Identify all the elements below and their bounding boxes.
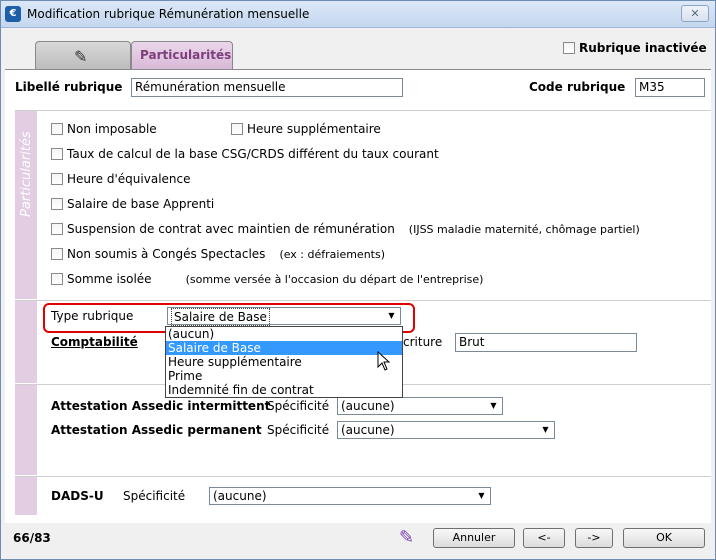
- salaire-apprenti-checkbox[interactable]: Salaire de base Apprenti: [51, 197, 214, 211]
- non-imposable-checkbox[interactable]: Non imposable: [51, 122, 157, 136]
- window-title: Modification rubrique Rémunération mensu…: [27, 7, 310, 21]
- checkbox-label: Heure d'équivalence: [67, 172, 191, 186]
- intermittent-specificite-value: (aucune): [341, 399, 395, 413]
- checkbox-label: Heure supplémentaire: [247, 122, 381, 136]
- checkbox-box[interactable]: [51, 123, 63, 135]
- intermittent-specificite-select[interactable]: (aucune) ▼: [337, 397, 503, 415]
- dropdown-option[interactable]: (aucun): [166, 327, 402, 341]
- dropdown-option-selected[interactable]: Salaire de Base: [166, 341, 402, 355]
- type-rubrique-label: Type rubrique: [51, 309, 134, 323]
- checkbox-box[interactable]: [51, 273, 63, 285]
- feather-icon: ✎: [74, 47, 88, 66]
- section-side-bar: [15, 477, 37, 515]
- code-input[interactable]: M35: [635, 78, 705, 97]
- pencil-icon[interactable]: ✎: [399, 527, 414, 548]
- dads-specificite-label: Spécificité: [123, 489, 186, 503]
- type-rubrique-select[interactable]: Salaire de Base ▼: [167, 307, 401, 326]
- comptabilite-label: Comptabilité: [51, 335, 138, 349]
- section-side-bar: [15, 301, 37, 383]
- rubrique-inactivee-checkbox[interactable]: Rubrique inactivée: [563, 41, 707, 55]
- dads-specificite-value: (aucune): [213, 489, 267, 503]
- dads-label: DADS-U: [51, 489, 104, 503]
- checkbox-box[interactable]: [51, 173, 63, 185]
- chevron-down-icon[interactable]: ▼: [383, 308, 400, 324]
- title-bar: € Modification rubrique Rémunération men…: [1, 1, 715, 28]
- chevron-down-icon[interactable]: ▼: [537, 422, 554, 438]
- heure-supp-checkbox[interactable]: Heure supplémentaire: [231, 122, 381, 136]
- section-side-bar: Particularités: [15, 111, 37, 299]
- checkbox-label: Suspension de contrat avec maintien de r…: [67, 222, 395, 236]
- somme-note: (somme versée à l'occasion du départ de …: [185, 272, 484, 286]
- checkbox-box[interactable]: [51, 223, 63, 235]
- checkbox-label: Non imposable: [67, 122, 157, 136]
- tab-particularites-label: Particularités: [140, 48, 232, 62]
- particularites-side-label: Particularités: [19, 131, 34, 217]
- ecriture-label: criture: [403, 335, 443, 349]
- code-label: Code rubrique: [529, 80, 626, 94]
- permanent-specificite-value: (aucune): [341, 423, 395, 437]
- type-rubrique-dropdown-list: (aucun) Salaire de Base Heure supplément…: [165, 326, 403, 398]
- dads-section: DADS-U Spécificité (aucune) ▼: [15, 476, 711, 515]
- rubrique-inactivee-label: Rubrique inactivée: [579, 41, 707, 55]
- close-button[interactable]: ✕: [681, 5, 709, 22]
- chevron-down-icon[interactable]: ▼: [485, 398, 502, 414]
- permanent-specificite-select[interactable]: (aucune) ▼: [337, 421, 555, 439]
- annuler-button[interactable]: Annuler: [433, 528, 515, 548]
- suspension-note: (IJSS maladie maternité, chômage partiel…: [408, 222, 640, 236]
- next-button[interactable]: ->: [575, 528, 613, 548]
- dialog-window: € Modification rubrique Rémunération men…: [0, 0, 716, 560]
- checkbox-box[interactable]: [51, 148, 63, 160]
- intermittent-specificite-label: Spécificité: [267, 399, 330, 413]
- tab-general[interactable]: ✎: [35, 41, 131, 69]
- tab-strip: ✎ Particularités Rubrique inactivée: [5, 29, 711, 69]
- dropdown-option[interactable]: Heure supplémentaire: [166, 355, 402, 369]
- heure-equivalence-checkbox[interactable]: Heure d'équivalence: [51, 172, 191, 186]
- tab-content: Libellé rubrique Rémunération mensuelle …: [5, 69, 711, 555]
- tab-particularites[interactable]: Particularités: [131, 41, 233, 69]
- type-rubrique-value: Salaire de Base: [171, 308, 270, 326]
- checkbox-label: Non soumis à Congés Spectacles: [67, 247, 266, 261]
- previous-button[interactable]: <-: [523, 528, 565, 548]
- mouse-cursor-icon: [377, 351, 391, 371]
- section-side-bar: [15, 385, 37, 475]
- app-icon: €: [5, 6, 21, 22]
- non-soumis-note: (ex : défraiements): [279, 247, 386, 261]
- libelle-label: Libellé rubrique: [15, 80, 123, 94]
- taux-csg-checkbox[interactable]: Taux de calcul de la base CSG/CRDS diffé…: [51, 147, 439, 161]
- permanent-specificite-label: Spécificité: [267, 423, 330, 437]
- record-count: 66/83: [13, 531, 51, 545]
- libelle-input[interactable]: Rémunération mensuelle: [131, 78, 403, 97]
- checkbox-box[interactable]: [51, 248, 63, 260]
- dropdown-option[interactable]: Prime: [166, 369, 402, 383]
- checkbox-label: Somme isolée: [67, 272, 152, 286]
- chevron-down-icon[interactable]: ▼: [473, 488, 490, 504]
- ecriture-input[interactable]: Brut: [455, 333, 637, 352]
- somme-isolee-checkbox[interactable]: Somme isolée (somme versée à l'occasion d…: [51, 272, 483, 286]
- permanent-label: Attestation Assedic permanent: [51, 423, 262, 437]
- dropdown-option[interactable]: Indemnité fin de contrat: [166, 383, 402, 397]
- suspension-checkbox[interactable]: Suspension de contrat avec maintien de r…: [51, 222, 640, 236]
- particularites-section: Particularités Non imposable Heure suppl…: [15, 110, 711, 299]
- checkbox-box[interactable]: [231, 123, 243, 135]
- non-soumis-checkbox[interactable]: Non soumis à Congés Spectacles (ex : défr…: [51, 247, 385, 261]
- dads-specificite-select[interactable]: (aucune) ▼: [209, 487, 491, 505]
- checkbox-box[interactable]: [51, 198, 63, 210]
- footer-bar: 66/83 ✎ Annuler <- -> OK: [1, 523, 715, 555]
- checkbox-label: Taux de calcul de la base CSG/CRDS diffé…: [67, 147, 439, 161]
- checkbox-box[interactable]: [563, 42, 575, 54]
- intermittent-label: Attestation Assedic intermittent: [51, 399, 271, 413]
- checkbox-label: Salaire de base Apprenti: [67, 197, 215, 211]
- client-area: ✎ Particularités Rubrique inactivée Libe…: [5, 29, 711, 555]
- ok-button[interactable]: OK: [623, 528, 705, 548]
